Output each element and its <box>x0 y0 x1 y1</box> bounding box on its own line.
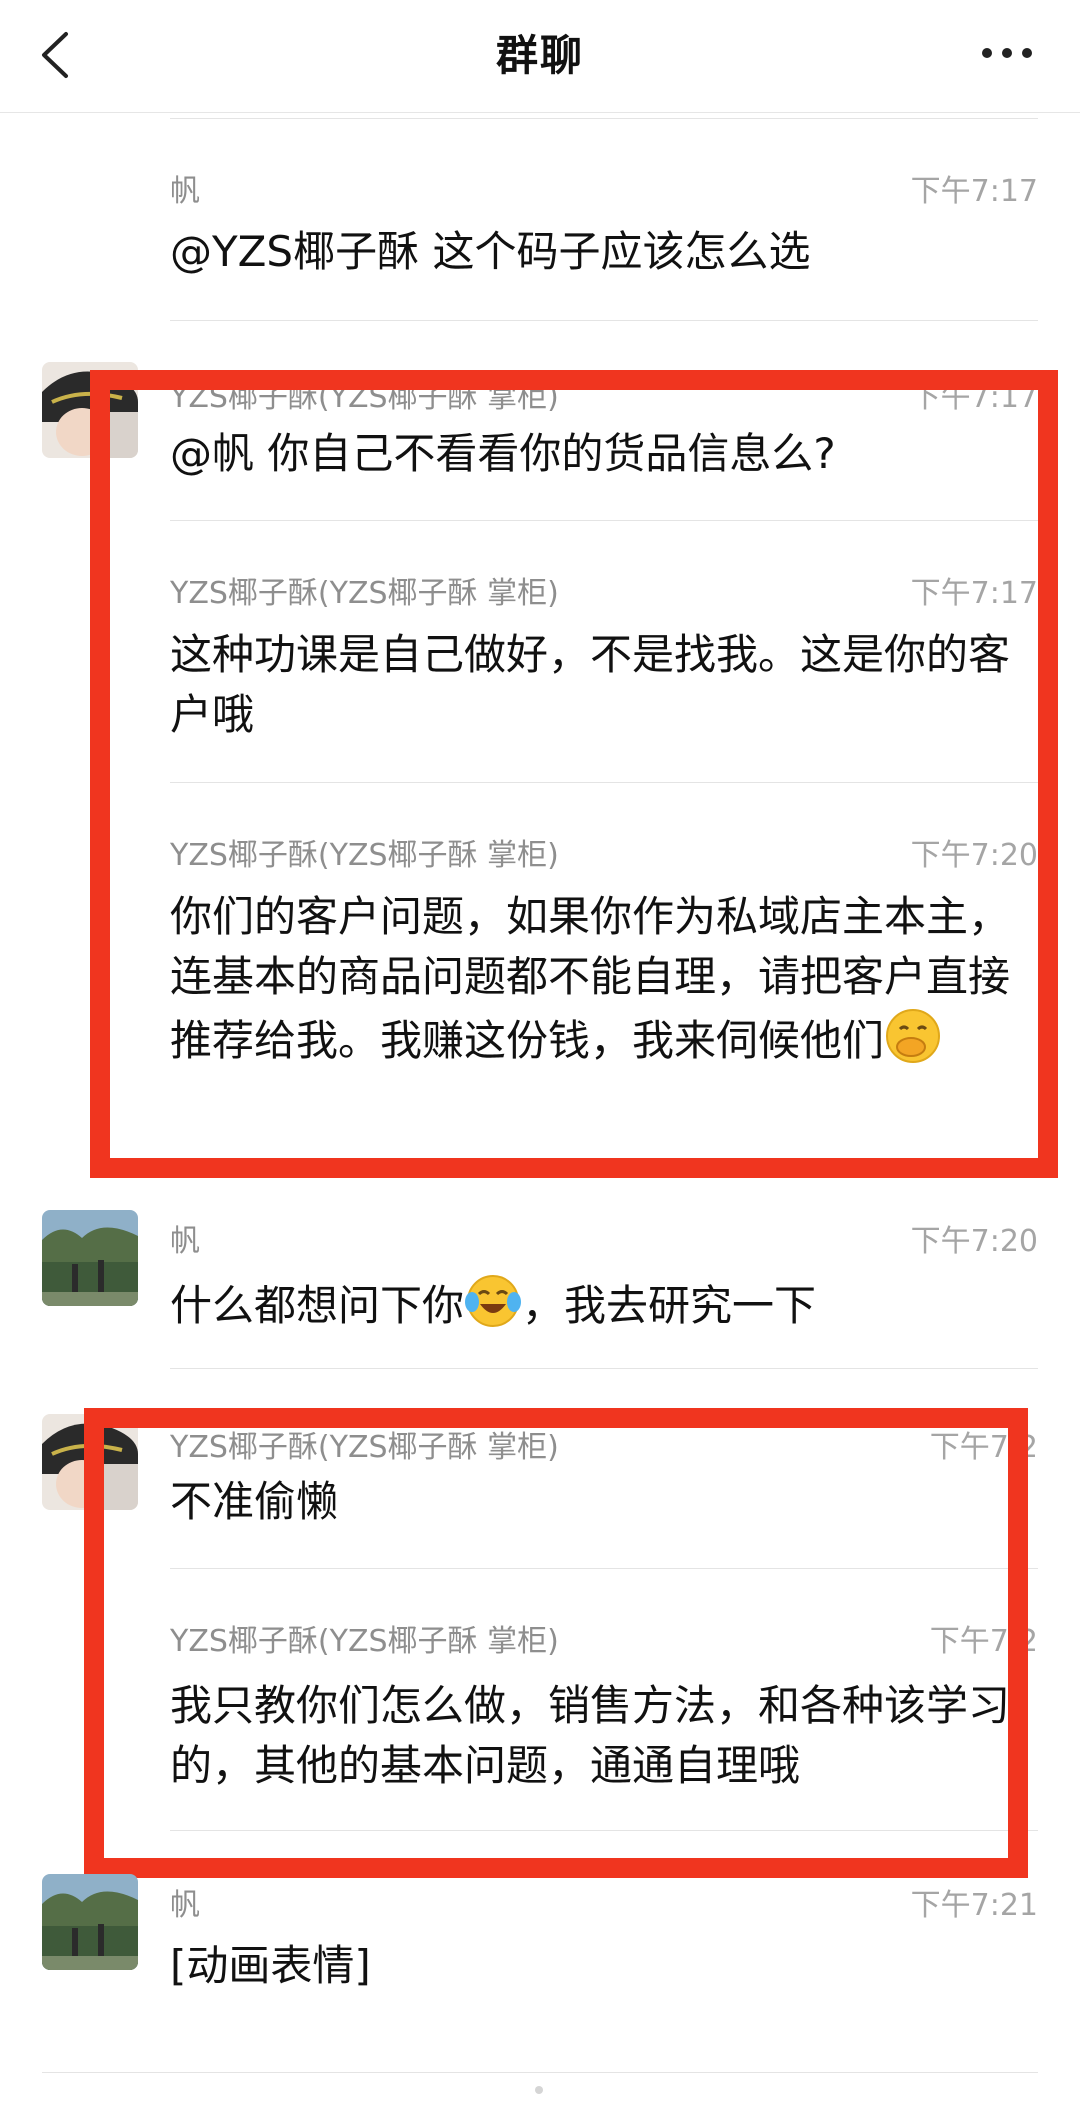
message-time: 下午7:17 <box>910 576 1038 611</box>
top-bar: 群聊 <box>0 0 1080 113</box>
message-text[interactable]: 我只教你们怎么做，销售方法，和各种该学习的，其他的基本问题，通通自理哦 <box>170 1676 1040 1796</box>
message-time: 下午7:2 <box>929 1624 1038 1659</box>
sender-name: 帆 <box>170 174 200 209</box>
chat-title: 群聊 <box>495 31 584 80</box>
message-text[interactable]: 不准偷懒 <box>170 1472 1040 1532</box>
message-text-content: ，我去研究一下 <box>522 1281 817 1330</box>
tears-of-joy-icon <box>464 1272 522 1346</box>
message-time: 下午7:17 <box>910 380 1038 415</box>
message-time: 下午7:21 <box>910 1888 1038 1923</box>
scroll-indicator-dot <box>535 2086 543 2094</box>
message-text[interactable]: 这种功课是自己做好，不是找我。这是你的客户哦 <box>170 625 1040 745</box>
message-time: 下午7:20 <box>910 1224 1038 1259</box>
avatar[interactable] <box>42 362 138 458</box>
face-with-hand-over-mouth-icon <box>884 1007 942 1081</box>
sender-name: YZS椰子酥(YZS椰子酥 掌柜) <box>170 1430 559 1465</box>
message-divider <box>170 782 1038 783</box>
sender-name: 帆 <box>170 1888 200 1923</box>
message-text-content: 什么都想问下你 <box>170 1281 465 1330</box>
sender-name: YZS椰子酥(YZS椰子酥 掌柜) <box>170 380 559 415</box>
message-divider <box>170 1568 1038 1569</box>
message-divider <box>170 118 1038 119</box>
message-text[interactable]: 你们的客户问题，如果你作为私域店主本主，连基本的商品问题都不能自理，请把客户直接… <box>170 887 1040 1081</box>
message-divider <box>170 520 1038 521</box>
message-time: 下午7:17 <box>910 174 1038 209</box>
avatar[interactable] <box>42 1414 138 1510</box>
message-text[interactable]: @YZS椰子酥 这个码子应该怎么选 <box>170 222 1040 282</box>
message-text[interactable]: 什么都想问下你 ，我去研究一下 <box>170 1272 1040 1346</box>
message-divider <box>170 320 1038 321</box>
message-divider <box>170 1830 1038 1831</box>
sender-name: YZS椰子酥(YZS椰子酥 掌柜) <box>170 838 559 873</box>
sender-name: YZS椰子酥(YZS椰子酥 掌柜) <box>170 1624 559 1659</box>
sender-name: 帆 <box>170 1224 200 1259</box>
avatar[interactable] <box>42 1874 138 1970</box>
message-text[interactable]: @帆 你自己不看看你的货品信息么? <box>170 424 1040 484</box>
message-divider <box>42 2072 1038 2073</box>
sender-name: YZS椰子酥(YZS椰子酥 掌柜) <box>170 576 559 611</box>
message-time: 下午7:20 <box>910 838 1038 873</box>
message-time: 下午7:2 <box>929 1430 1038 1465</box>
message-divider <box>170 1368 1038 1369</box>
message-text[interactable]: [动画表情] <box>170 1936 1040 1996</box>
more-dots-icon[interactable] <box>972 28 1042 78</box>
avatar[interactable] <box>42 1210 138 1306</box>
